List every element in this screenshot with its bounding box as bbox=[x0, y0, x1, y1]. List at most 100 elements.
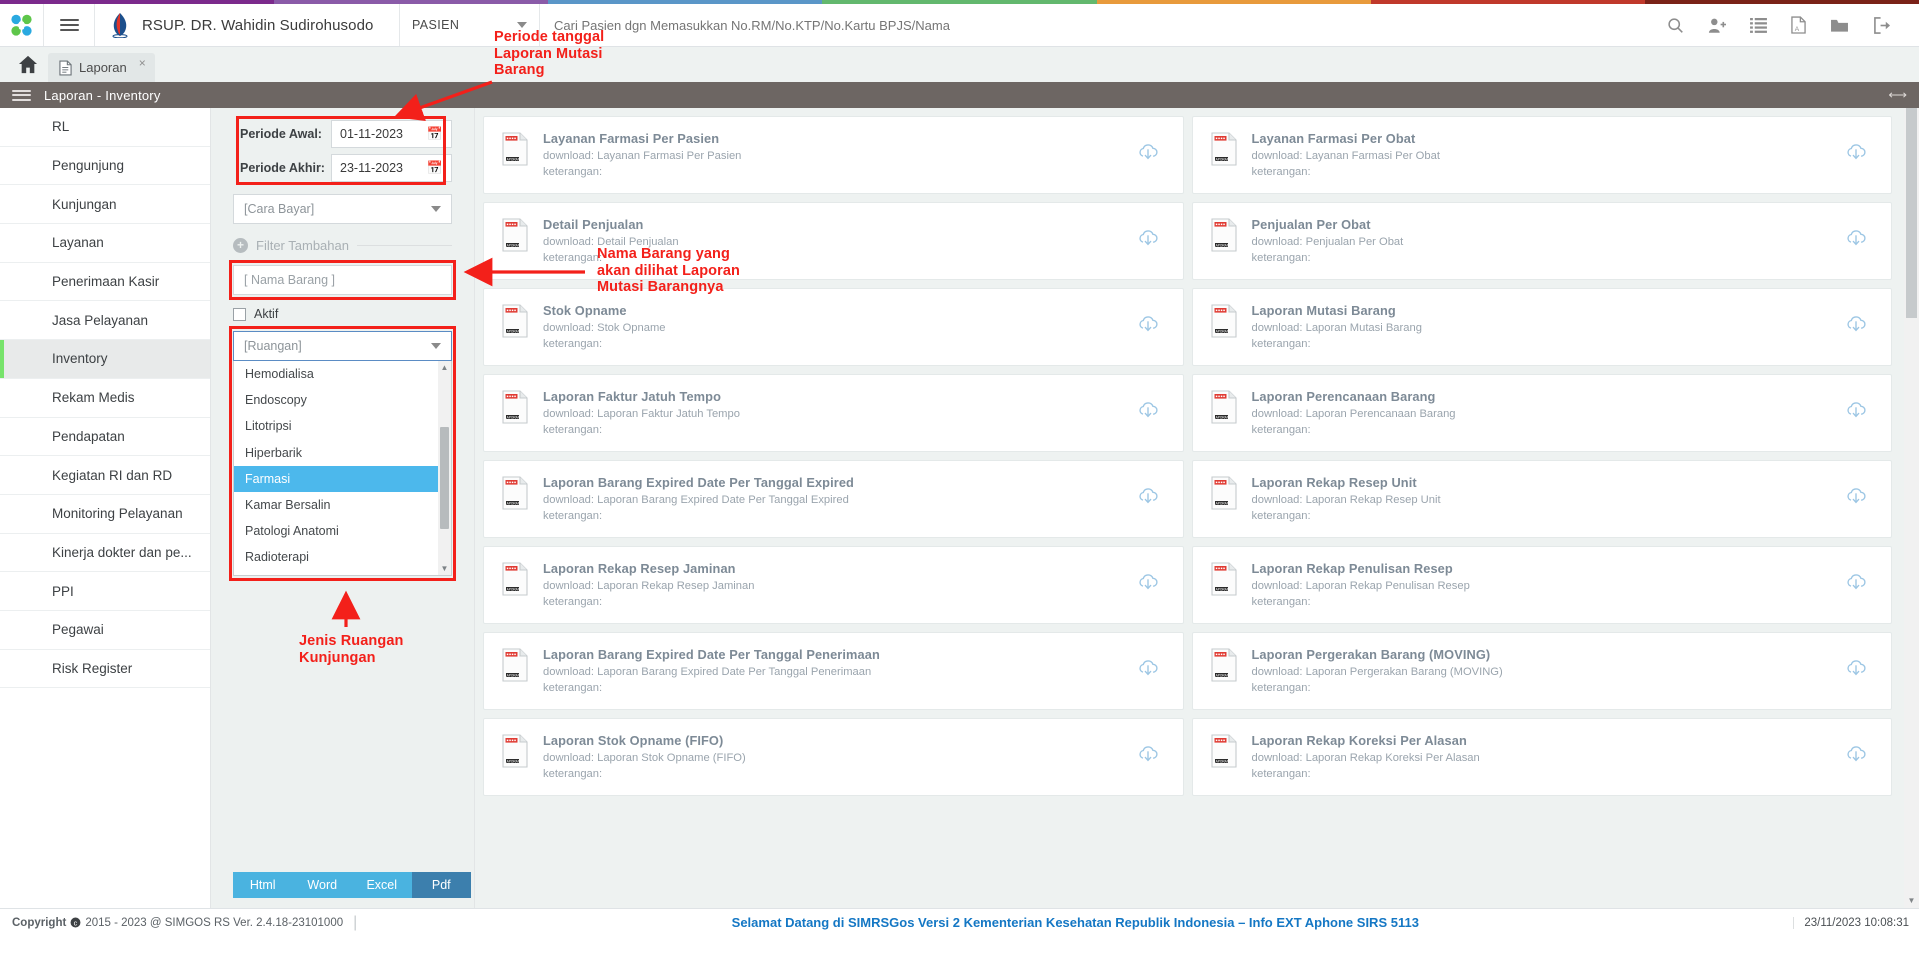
report-card[interactable]: LAPORAN Laporan Stok Opname (FIFO) downloa… bbox=[483, 718, 1184, 796]
search-icon[interactable] bbox=[1667, 17, 1684, 34]
tab-laporan[interactable]: Laporan × bbox=[48, 53, 155, 82]
cloud-download-icon[interactable] bbox=[1137, 401, 1159, 426]
export-button-excel[interactable]: Excel bbox=[352, 872, 412, 898]
report-card[interactable]: LAPORAN Laporan Rekap Resep Unit download:… bbox=[1191, 460, 1892, 538]
sidebar-item-pengunjung[interactable]: Pengunjung bbox=[0, 147, 210, 186]
ruangan-option-litotripsi[interactable]: Litotripsi bbox=[234, 413, 451, 439]
sidebar-item-penerimaan-kasir[interactable]: Penerimaan Kasir bbox=[0, 263, 210, 302]
report-card[interactable]: LAPORAN Laporan Faktur Jatuh Tempo downloa… bbox=[483, 374, 1184, 452]
scrollbar-thumb[interactable] bbox=[1906, 108, 1917, 318]
module-select[interactable]: PASIEN bbox=[400, 4, 540, 46]
periode-akhir-input[interactable]: 23-11-2023 📅 bbox=[331, 154, 452, 182]
sidebar-item-risk-register[interactable]: Risk Register bbox=[0, 650, 210, 689]
ruangan-option-endoscopy[interactable]: Endoscopy bbox=[234, 387, 451, 413]
home-button[interactable] bbox=[10, 47, 46, 82]
cloud-download-icon[interactable] bbox=[1845, 745, 1867, 770]
cloud-download-icon[interactable] bbox=[1845, 573, 1867, 598]
app-logo[interactable] bbox=[0, 4, 44, 46]
folder-icon[interactable] bbox=[1830, 17, 1849, 33]
sidebar-item-pegawai[interactable]: Pegawai bbox=[0, 611, 210, 650]
report-scrollbar[interactable]: ▲ ▼ bbox=[1904, 108, 1919, 908]
search-input[interactable] bbox=[554, 17, 1667, 33]
sidebar-item-inventory[interactable]: Inventory bbox=[0, 340, 210, 379]
scroll-down-arrow-icon[interactable]: ▼ bbox=[438, 562, 451, 575]
report-card[interactable]: LAPORAN Laporan Barang Expired Date Per T… bbox=[483, 632, 1184, 710]
hospital-name: RSUP. DR. Wahidin Sudirohusodo bbox=[142, 16, 374, 34]
svg-text:LAPORAN: LAPORAN bbox=[1213, 759, 1229, 763]
cara-bayar-select[interactable]: [Cara Bayar] bbox=[233, 194, 452, 224]
sidebar-item-kinerja-dokter-dan-pe[interactable]: Kinerja dokter dan pe... bbox=[0, 534, 210, 573]
ruangan-dropdown-list[interactable]: Hemodialisa Endoscopy Litotripsi Hiperbarik… bbox=[233, 361, 452, 576]
hamburger-icon[interactable] bbox=[12, 87, 31, 103]
cloud-download-icon[interactable] bbox=[1845, 229, 1867, 254]
filter-tambahan-toggle[interactable]: + Filter Tambahan bbox=[233, 238, 452, 253]
ruangan-input[interactable]: [Ruangan] bbox=[233, 331, 452, 361]
menu-toggle-button[interactable] bbox=[44, 4, 95, 46]
cloud-download-icon[interactable] bbox=[1845, 401, 1867, 426]
report-card[interactable]: LAPORAN Laporan Mutasi Barang download: La… bbox=[1191, 288, 1892, 366]
export-button-pdf[interactable]: Pdf bbox=[411, 872, 471, 898]
sidebar-item-jasa-pelayanan[interactable]: Jasa Pelayanan bbox=[0, 301, 210, 341]
sidebar-item-pendapatan[interactable]: Pendapatan bbox=[0, 418, 210, 457]
calendar-icon[interactable]: 📅 bbox=[427, 126, 443, 142]
sidebar-item-rekam-medis[interactable]: Rekam Medis bbox=[0, 379, 210, 418]
nama-barang-input[interactable]: [ Nama Barang ] bbox=[233, 265, 452, 295]
patient-search[interactable] bbox=[540, 4, 1667, 46]
sidebar-item-rl[interactable]: RL bbox=[0, 108, 210, 147]
report-card[interactable]: LAPORAN Laporan Pergerakan Barang (MOVING… bbox=[1191, 632, 1892, 710]
cloud-download-icon[interactable] bbox=[1845, 143, 1867, 168]
aktif-checkbox-row[interactable]: Aktif bbox=[233, 307, 452, 321]
periode-awal-input[interactable]: 01-11-2023 📅 bbox=[331, 120, 452, 148]
report-card-download: download: Laporan Faktur Jatuh Tempo bbox=[543, 408, 740, 420]
scrollbar-thumb[interactable] bbox=[440, 427, 449, 529]
tab-close-icon[interactable]: × bbox=[139, 56, 146, 70]
cloud-download-icon[interactable] bbox=[1137, 143, 1159, 168]
cloud-download-icon[interactable] bbox=[1137, 487, 1159, 512]
sidebar-item-monitoring-pelayanan[interactable]: Monitoring Pelayanan bbox=[0, 495, 210, 534]
aktif-checkbox[interactable] bbox=[233, 307, 246, 321]
pdf-file-icon[interactable]: A bbox=[1791, 16, 1806, 34]
ruangan-option-farmasi[interactable]: Farmasi bbox=[234, 465, 451, 492]
ruangan-option-patologi-anatomi[interactable]: Patologi Anatomi bbox=[234, 518, 451, 544]
divider: | bbox=[353, 913, 358, 931]
export-button-word[interactable]: Word bbox=[292, 872, 352, 898]
chevron-down-icon bbox=[431, 206, 441, 212]
cloud-download-icon[interactable] bbox=[1845, 315, 1867, 340]
report-card[interactable]: LAPORAN Laporan Rekap Resep Jaminan downlo… bbox=[483, 546, 1184, 624]
dropdown-scrollbar[interactable]: ▲ ▼ bbox=[438, 361, 451, 575]
copyright-icon: c bbox=[70, 917, 81, 928]
export-button-html[interactable]: Html bbox=[233, 872, 293, 898]
scroll-down-arrow-icon[interactable]: ▼ bbox=[1904, 893, 1919, 908]
cloud-download-icon[interactable] bbox=[1137, 315, 1159, 340]
calendar-icon[interactable]: 📅 bbox=[427, 160, 443, 176]
report-card[interactable]: LAPORAN Laporan Perencanaan Barang downloa… bbox=[1191, 374, 1892, 452]
cloud-download-icon[interactable] bbox=[1845, 659, 1867, 684]
ruangan-option-hemodialisa[interactable]: Hemodialisa bbox=[234, 361, 451, 387]
expand-icon[interactable]: ⟷ bbox=[1888, 87, 1907, 103]
cloud-download-icon[interactable] bbox=[1137, 745, 1159, 770]
sidebar-item-kegiatan-ri-dan-rd[interactable]: Kegiatan RI dan RD bbox=[0, 456, 210, 495]
report-card[interactable]: LAPORAN Layanan Farmasi Per Obat download:… bbox=[1191, 116, 1892, 194]
report-card[interactable]: LAPORAN Laporan Rekap Penulisan Resep down… bbox=[1191, 546, 1892, 624]
logout-icon[interactable] bbox=[1873, 16, 1891, 34]
report-card[interactable]: LAPORAN Penjualan Per Obat download: Penju… bbox=[1191, 202, 1892, 280]
ruangan-option-kamar-bersalin[interactable]: Kamar Bersalin bbox=[234, 492, 451, 518]
ruangan-option-radioterapi[interactable]: Radioterapi bbox=[234, 544, 451, 570]
sidebar-item-ppi[interactable]: PPI bbox=[0, 572, 210, 611]
list-icon[interactable] bbox=[1750, 17, 1767, 33]
sidebar-item-kunjungan[interactable]: Kunjungan bbox=[0, 185, 210, 225]
report-card[interactable]: LAPORAN Detail Penjualan download: Detail … bbox=[483, 202, 1184, 280]
report-card[interactable]: LAPORAN Laporan Rekap Koreksi Per Alasan d… bbox=[1191, 718, 1892, 796]
cloud-download-icon[interactable] bbox=[1137, 229, 1159, 254]
scroll-up-arrow-icon[interactable]: ▲ bbox=[438, 361, 451, 374]
sidebar-item-layanan[interactable]: Layanan bbox=[0, 224, 210, 263]
ruangan-option-hiperbarik[interactable]: Hiperbarik bbox=[234, 440, 451, 466]
cloud-download-icon[interactable] bbox=[1137, 659, 1159, 684]
report-card[interactable]: LAPORAN Stok Opname download: Stok Opname k… bbox=[483, 288, 1184, 366]
cloud-download-icon[interactable] bbox=[1137, 573, 1159, 598]
add-user-icon[interactable] bbox=[1708, 17, 1726, 34]
report-card[interactable]: LAPORAN Laporan Barang Expired Date Per T… bbox=[483, 460, 1184, 538]
cloud-download-icon[interactable] bbox=[1845, 487, 1867, 512]
report-card[interactable]: LAPORAN Layanan Farmasi Per Pasien downloa… bbox=[483, 116, 1184, 194]
ruangan-option-forensik[interactable]: Forensik bbox=[234, 571, 451, 576]
